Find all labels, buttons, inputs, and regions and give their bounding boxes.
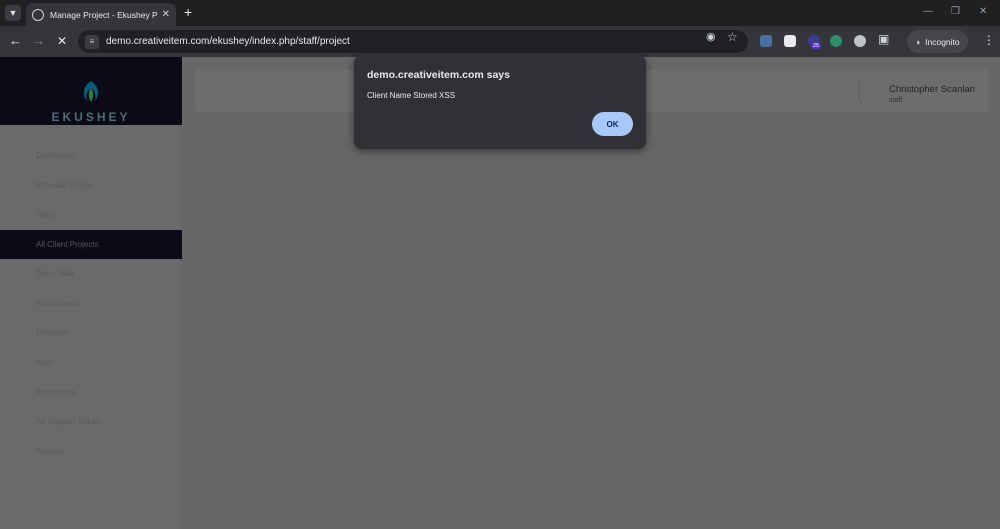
tab-strip: ▼ Manage Project - Ekushey Proje ✕ + — ❐… [0,0,1000,26]
extension-1-icon[interactable] [760,35,772,47]
sidebar-item-potential-artists[interactable]: Potential Artists [0,171,182,200]
sidebar-item-account[interactable]: Account [0,437,182,466]
ok-button[interactable]: OK [592,112,633,136]
extension-4-icon[interactable] [830,35,842,47]
loading-favicon-icon [32,8,44,21]
sidebar-item-team-task[interactable]: Team Task [0,259,182,288]
close-window-icon[interactable]: ✕ [979,6,987,17]
forward-icon[interactable]: → [32,34,45,48]
sidebar-item-all-support-tickets[interactable]: All Support Tickets [0,407,182,436]
browser-window: ▼ Manage Project - Ekushey Proje ✕ + — ❐… [0,0,1000,529]
user-role: staff [889,97,903,104]
alert-dialog: demo.creativeitem.com says Client Name S… [354,55,646,149]
extension-2-icon[interactable] [784,35,796,47]
logo-flame-icon [83,81,99,102]
dialog-message: Client Name Stored XSS [367,91,456,100]
minimize-icon[interactable]: — [923,6,933,17]
sidebar: EKUSHEY Dashboard Potential Artists Team… [0,57,182,529]
restore-icon[interactable]: ❐ [951,6,960,17]
incognito-icon: ◑ [915,36,921,47]
stop-loading-icon[interactable]: ✕ [57,34,67,48]
sidebar-item-noticeboard[interactable]: Noticeboard [0,289,182,318]
menu-kebab-icon[interactable]: ⋮ [983,34,995,46]
avatar[interactable] [858,76,878,106]
browser-tab[interactable]: Manage Project - Ekushey Proje ✕ [26,3,176,26]
incognito-indicator[interactable]: ◑ Incognito [907,30,968,53]
browser-toolbar: ← → ✕ ≡ demo.creativeitem.com/ekushey/in… [0,26,1000,57]
user-name[interactable]: Christopher Scanlan [889,84,975,95]
incognito-label: Incognito [925,36,960,47]
sidebar-item-message[interactable]: Message [0,318,182,347]
tab-search-icon[interactable]: ▼ [5,5,21,21]
close-tab-icon[interactable]: ✕ [162,9,170,20]
extension-5-icon[interactable] [854,35,866,47]
logo-text: EKUSHEY [51,110,131,124]
extensions-puzzle-icon[interactable]: ▣ [878,32,889,46]
logo-area[interactable]: EKUSHEY [0,57,182,125]
dialog-origin: demo.creativeitem.com says [367,69,510,81]
sidebar-item-accounting[interactable]: Accounting [0,378,182,407]
new-tab-icon[interactable]: + [184,5,192,19]
sidebar-item-team[interactable]: Team [0,200,182,229]
extension-badge: 25 [811,43,822,49]
back-icon[interactable]: ← [9,34,22,48]
eye-off-icon[interactable]: ◉ [706,30,716,43]
address-bar[interactable]: ≡ demo.creativeitem.com/ekushey/index.ph… [78,30,748,53]
url-text[interactable]: demo.creativeitem.com/ekushey/index.php/… [106,36,350,47]
site-info-icon[interactable]: ≡ [85,34,99,49]
sidebar-item-dashboard[interactable]: Dashboard [0,141,182,170]
sidebar-item-all-client-projects[interactable]: All Client Projects [0,230,182,259]
bookmark-star-icon[interactable]: ☆ [727,30,738,44]
tab-title: Manage Project - Ekushey Proje [50,9,158,20]
sidebar-item-note[interactable]: Note [0,348,182,377]
